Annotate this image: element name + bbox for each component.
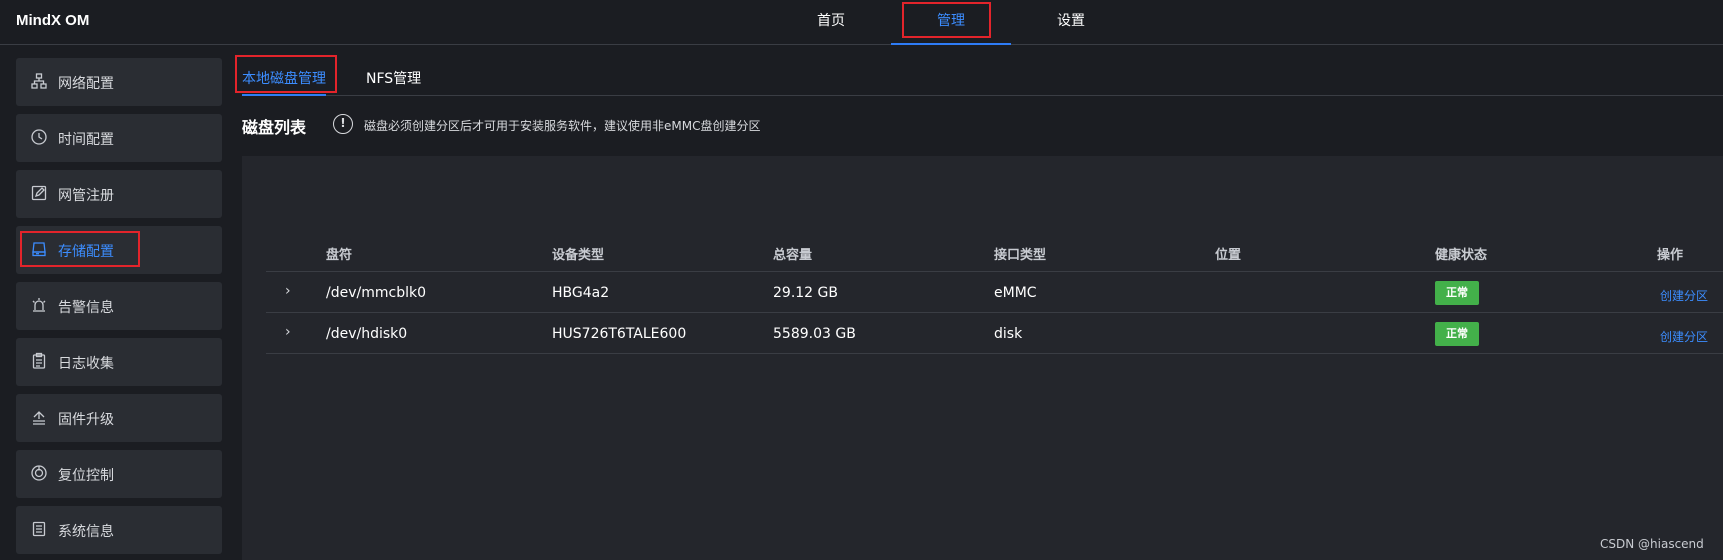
sidebar-item-label: 固件升级 [58, 412, 114, 428]
sidebar-item-label: 存储配置 [58, 244, 114, 260]
sidebar-item-network[interactable]: 网络配置 [16, 58, 222, 106]
clipboard-icon [32, 352, 46, 369]
cell-capacity: 29.12 GB [773, 285, 838, 301]
table-divider [266, 271, 1723, 272]
clock-icon [31, 129, 47, 145]
app-title: MindX OM [16, 12, 90, 29]
tab-divider [242, 95, 1723, 96]
status-badge: 正常 [1435, 281, 1479, 305]
sidebar-item-label: 复位控制 [58, 468, 114, 484]
disk-table-panel [242, 156, 1723, 560]
nav-home[interactable]: 首页 [771, 0, 891, 45]
cell-device: /dev/mmcblk0 [326, 285, 426, 301]
cell-interface: eMMC [994, 285, 1037, 301]
alarm-icon [32, 298, 46, 312]
nav-settings[interactable]: 设置 [1011, 0, 1131, 45]
sidebar-item-label: 网管注册 [58, 188, 114, 204]
section-hint: 磁盘必须创建分区后才可用于安装服务软件，建议使用非eMMC盘创建分区 [364, 119, 761, 133]
sidebar-item-logs[interactable]: 日志收集 [16, 338, 222, 386]
tab-nfs[interactable]: NFS管理 [366, 68, 421, 88]
storage-icon [32, 242, 46, 257]
column-header-device: 盘符 [326, 248, 353, 263]
column-header-health: 健康状态 [1435, 248, 1488, 263]
upgrade-icon [33, 411, 45, 425]
sidebar-item-time[interactable]: 时间配置 [16, 114, 222, 162]
network-icon [31, 73, 47, 89]
sidebar-item-registration[interactable]: 网管注册 [16, 170, 222, 218]
cell-device: /dev/hdisk0 [326, 326, 408, 342]
cell-type: HUS726T6TALE600 [552, 326, 687, 342]
sidebar-item-storage[interactable]: 存储配置 [16, 226, 222, 274]
create-partition-link[interactable]: 创建分区 [1660, 287, 1708, 304]
nav-manage[interactable]: 管理 [891, 0, 1011, 45]
column-header-type: 设备类型 [552, 248, 605, 263]
watermark: CSDN @hiascend [1600, 537, 1704, 551]
sidebar-item-firmware[interactable]: 固件升级 [16, 394, 222, 442]
sidebar-item-alarm[interactable]: 告警信息 [16, 282, 222, 330]
status-badge: 正常 [1435, 322, 1479, 346]
power-icon [31, 465, 47, 481]
info-icon: ! [333, 114, 353, 134]
sidebar-item-label: 系统信息 [58, 524, 114, 540]
tab-active-indicator [242, 94, 326, 96]
column-header-location: 位置 [1215, 248, 1242, 263]
column-header-capacity: 总容量 [773, 248, 813, 263]
sidebar-item-label: 时间配置 [58, 132, 114, 148]
table-divider [266, 312, 1723, 313]
cell-type: HBG4a2 [552, 285, 610, 301]
table-divider [266, 353, 1723, 354]
sidebar-item-label: 日志收集 [58, 356, 114, 372]
cell-capacity: 5589.03 GB [773, 326, 856, 342]
section-title: 磁盘列表 [242, 118, 307, 137]
column-header-action: 操作 [1657, 248, 1684, 263]
cell-interface: disk [994, 326, 1023, 342]
sidebar-item-label: 网络配置 [58, 76, 114, 92]
sidebar-item-label: 告警信息 [58, 300, 114, 316]
top-bar: MindX OM 首页 管理 设置 [0, 0, 1723, 45]
edit-icon [31, 185, 47, 201]
sidebar-item-reset[interactable]: 复位控制 [16, 450, 222, 498]
sidebar-item-sysinfo[interactable]: 系统信息 [16, 506, 222, 554]
expand-icon[interactable]: › [285, 324, 291, 340]
tab-local-disk[interactable]: 本地磁盘管理 [242, 68, 326, 88]
create-partition-link[interactable]: 创建分区 [1660, 328, 1708, 345]
column-header-interface: 接口类型 [994, 248, 1047, 263]
document-icon [32, 521, 46, 537]
expand-icon[interactable]: › [285, 283, 291, 299]
